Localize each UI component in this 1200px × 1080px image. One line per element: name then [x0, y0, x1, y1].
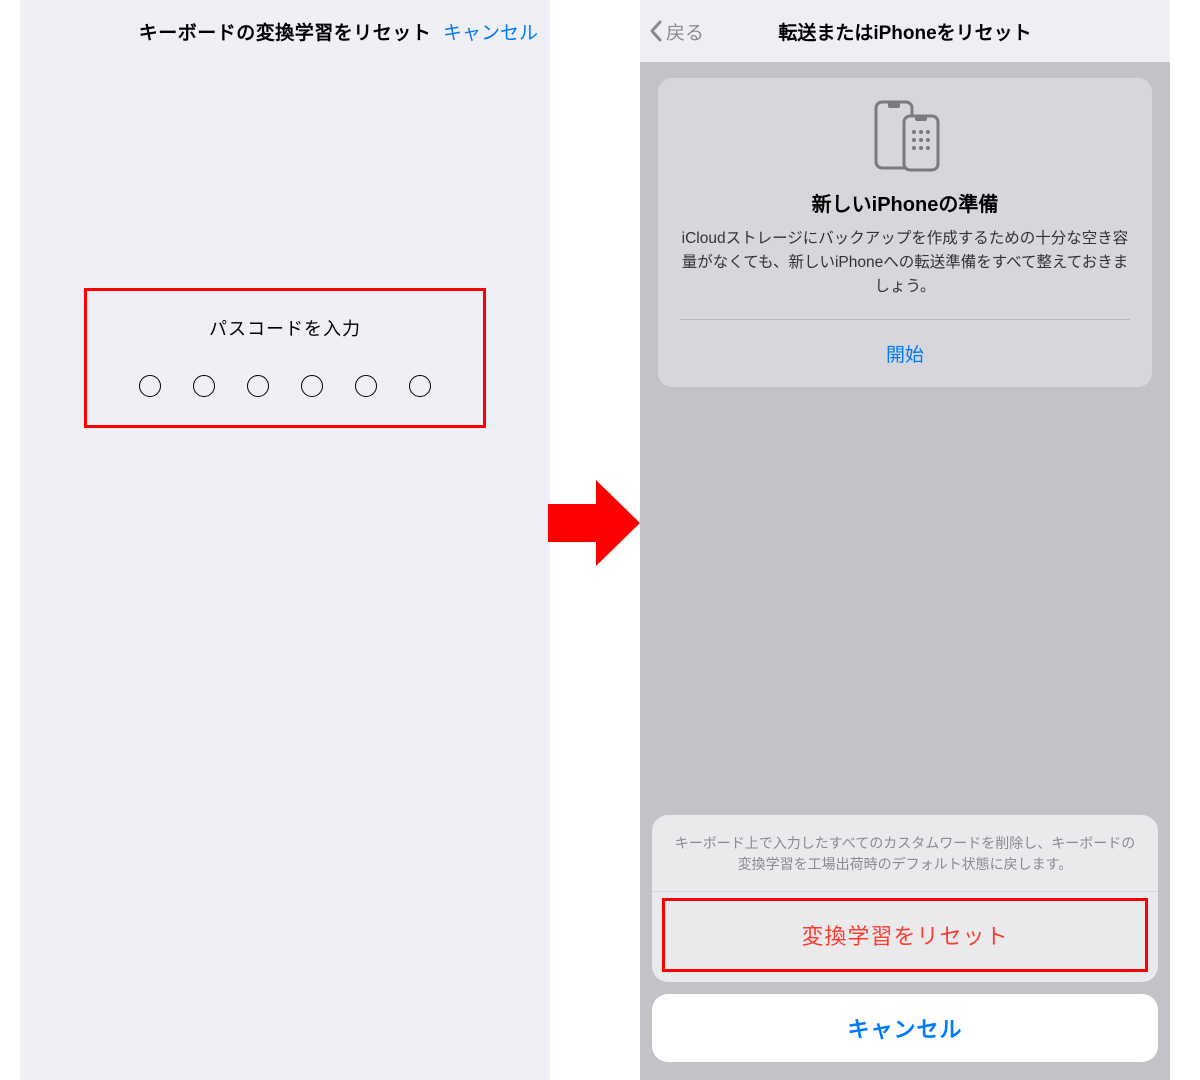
cancel-button[interactable]: キャンセル — [652, 994, 1158, 1062]
screen-passcode: キーボードの変換学習をリセット キャンセル パスコードを入力 — [20, 0, 550, 1080]
reset-dictionary-button[interactable]: 変換学習をリセット — [665, 901, 1145, 969]
passcode-dot — [409, 375, 431, 397]
passcode-dot — [355, 375, 377, 397]
start-button[interactable]: 開始 — [680, 319, 1130, 387]
prepare-panel: 新しいiPhoneの準備 iCloudストレージにバックアップを作成するための十… — [658, 78, 1152, 387]
passcode-dot — [193, 375, 215, 397]
reset-button-highlight: 変換学習をリセット — [662, 898, 1148, 972]
nav-title: キーボードの変換学習をリセット — [139, 18, 432, 45]
back-button[interactable]: 戻る — [648, 18, 704, 45]
nav-bar: キーボードの変換学習をリセット キャンセル — [20, 0, 550, 62]
devices-icon — [862, 100, 948, 172]
action-sheet-group: キーボード上で入力したすべてのカスタムワードを削除し、キーボードの変換学習を工場… — [652, 815, 1158, 982]
nav-bar: 戻る 転送またはiPhoneをリセット — [640, 0, 1170, 62]
nav-title: 転送またはiPhoneをリセット — [778, 18, 1031, 45]
passcode-dot — [139, 375, 161, 397]
panel-heading: 新しいiPhoneの準備 — [680, 188, 1130, 217]
panel-description: iCloudストレージにバックアップを作成するための十分な空き容量がなくても、新… — [680, 227, 1130, 299]
passcode-dots[interactable] — [87, 375, 483, 397]
screen-reset: 戻る 転送またはiPhoneをリセット 新しいiPhoneの準備 iCloudス… — [640, 0, 1170, 1080]
passcode-label: パスコードを入力 — [87, 315, 483, 341]
passcode-dot — [247, 375, 269, 397]
arrow-right-icon — [548, 480, 640, 566]
action-sheet: キーボード上で入力したすべてのカスタムワードを削除し、キーボードの変換学習を工場… — [652, 815, 1158, 1062]
passcode-entry-highlight: パスコードを入力 — [84, 288, 486, 428]
action-sheet-message: キーボード上で入力したすべてのカスタムワードを削除し、キーボードの変換学習を工場… — [652, 815, 1158, 892]
cancel-button[interactable]: キャンセル — [443, 18, 538, 45]
chevron-left-icon — [648, 19, 664, 43]
back-label: 戻る — [666, 18, 704, 45]
passcode-dot — [301, 375, 323, 397]
